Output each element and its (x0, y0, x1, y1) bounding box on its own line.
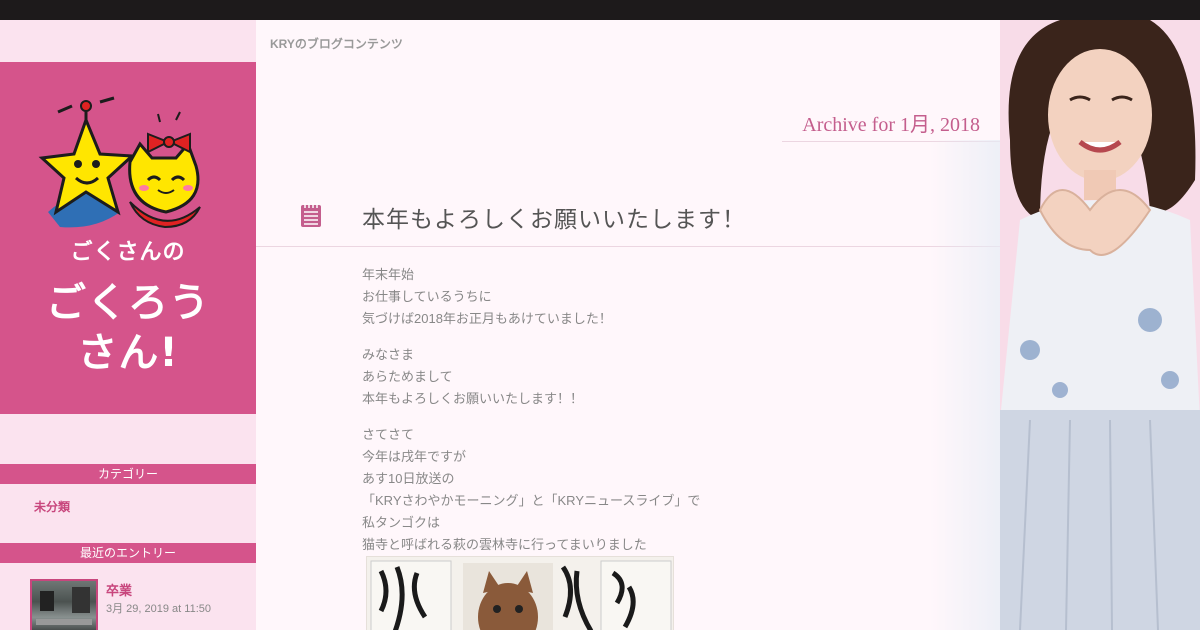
text-line: あらためまして (362, 369, 453, 384)
recent-entries-heading: 最近のエントリー (0, 543, 256, 563)
text-line: さてさて (362, 427, 415, 442)
sidebar: ごくさんの ごくろう さん! カテゴリー 未分類 最近のエントリー 卒業 3月 … (0, 20, 256, 630)
text-line: 本年もよろしくお願いいたします！！ (362, 391, 584, 406)
divider (256, 246, 1000, 247)
presenter-illustration-icon (1000, 20, 1200, 630)
post-image[interactable] (366, 556, 674, 630)
logo-text-line3: さん! (77, 330, 179, 376)
text-line: お仕事しているうちに (362, 289, 492, 304)
recent-entry-date: 3月 29, 2019 at 11:50 (106, 603, 211, 615)
text-line: 私タンゴクは (362, 515, 441, 530)
post-title[interactable]: 本年もよろしくお願いいたします！ (362, 200, 746, 234)
text-line: 気づけば2018年お正月もあけていました！ (362, 311, 612, 326)
presenter-photo (1000, 20, 1200, 630)
recent-entry-thumbnail[interactable] (30, 579, 98, 630)
site-logo[interactable]: ごくさんの ごくろう さん! (0, 62, 256, 414)
logo-text-line1: ごくさんの (70, 240, 186, 265)
category-link[interactable]: 未分類 (34, 498, 70, 515)
category-heading: カテゴリー (0, 464, 256, 484)
photo-fade (930, 140, 1000, 630)
post-body: 年末年始 お仕事しているうちに 気づけば2018年お正月もあけていました！ みな… (362, 264, 762, 570)
paragraph: 年末年始 お仕事しているうちに 気づけば2018年お正月もあけていました！ (362, 264, 762, 330)
paragraph: さてさて 今年は戌年ですが あす10日放送の 「KRYさわやかモーニング」と「K… (362, 424, 762, 556)
paragraph: みなさま あらためまして 本年もよろしくお願いいたします！！ (362, 344, 762, 410)
archive-title: Archive for 1月, 2018 (802, 114, 980, 136)
calligraphy-cat-photo (367, 557, 673, 630)
breadcrumb[interactable]: KRYのブログコンテンツ (270, 35, 403, 52)
text-line: 「KRYさわやかモーニング」と「KRYニュースライブ」で (362, 493, 701, 508)
text-line: あす10日放送の (362, 471, 455, 486)
top-bar (0, 0, 1200, 20)
text-line: 猫寺と呼ばれる萩の雲林寺に行ってまいりました (362, 537, 647, 552)
text-line: 今年は戌年ですが (362, 449, 467, 464)
text-line: みなさま (362, 347, 415, 362)
text-line: 年末年始 (362, 267, 415, 282)
recent-entry-title[interactable]: 卒業 (106, 580, 132, 599)
main-content: KRYのブログコンテンツ Archive for 1月, 2018 本年もよろし… (256, 20, 1000, 630)
notepad-icon (301, 203, 321, 227)
